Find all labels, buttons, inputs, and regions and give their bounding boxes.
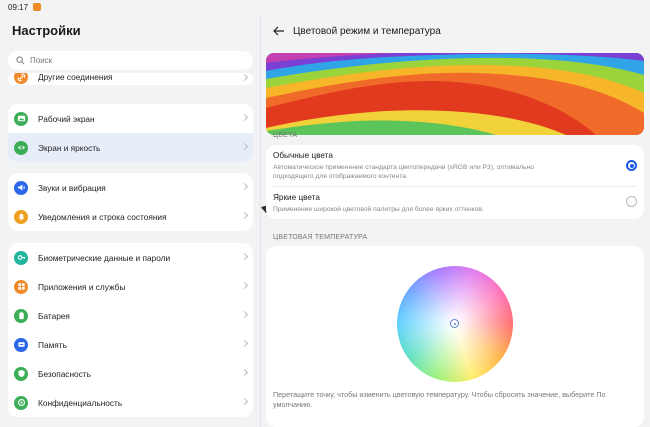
chevron-right-icon [240, 182, 249, 191]
sidebar-item-biometrics[interactable]: Биометрические данные и пароли [8, 243, 253, 272]
sidebar-item-label: Биометрические данные и пароли [38, 252, 171, 263]
page-title: Настройки [12, 23, 81, 38]
settings-group-3: Звуки и вибрация Уведомления и строка со… [8, 173, 253, 231]
option-description: Применение широкой цветовой палитры для … [273, 206, 484, 213]
chevron-right-icon [240, 310, 249, 319]
chevron-right-icon [240, 252, 249, 261]
radio-vivid-colors[interactable] [626, 196, 637, 207]
apps-icon [14, 279, 28, 294]
sidebar-item-label: Приложения и службы [38, 281, 126, 292]
shield-icon [14, 366, 28, 381]
sidebar-item-battery[interactable]: Батарея [8, 301, 253, 330]
option-description: Автоматическое применение стандарта цвет… [273, 164, 534, 180]
privacy-icon [14, 395, 28, 410]
settings-group-2: Рабочий экран Экран и яркость [8, 104, 253, 162]
option-title: Обычные цвета [273, 151, 333, 160]
back-arrow-icon[interactable] [273, 26, 285, 36]
chevron-right-icon [240, 73, 249, 82]
sidebar-item-label: Рабочий экран [38, 113, 95, 124]
sidebar-item-notifications[interactable]: Уведомления и строка состояния [8, 202, 253, 231]
chevron-right-icon [240, 397, 249, 406]
sidebar-item-label: Батарея [38, 310, 70, 321]
link-icon [14, 73, 28, 84]
temperature-card: Перетащите точку, чтобы изменить цветову… [266, 246, 644, 427]
temperature-handle[interactable] [450, 319, 459, 328]
storage-icon [14, 337, 28, 352]
colors-section-label: ЦВЕТА [273, 132, 298, 139]
sidebar-item-label: Звуки и вибрация [38, 182, 106, 193]
settings-group-1: Другие соединения [8, 73, 253, 85]
sidebar-item-home-screen[interactable]: Рабочий экран [8, 104, 253, 133]
sidebar-item-apps[interactable]: Приложения и службы [8, 272, 253, 301]
temperature-hint: Перетащите точку, чтобы изменить цветову… [273, 390, 606, 409]
option-title: Яркие цвета [273, 193, 320, 202]
picture-icon [14, 111, 28, 126]
settings-group-4: Биометрические данные и пароли Приложени… [8, 243, 253, 417]
sidebar-item-label: Память [38, 339, 67, 350]
sidebar-item-storage[interactable]: Память [8, 330, 253, 359]
notification-icon [33, 3, 41, 11]
sidebar-item-sounds[interactable]: Звуки и вибрация [8, 173, 253, 202]
sidebar-item-security[interactable]: Безопасность [8, 359, 253, 388]
color-temperature-wheel[interactable] [397, 266, 513, 382]
chevron-right-icon [240, 368, 249, 377]
sidebar-item-label: Безопасность [38, 368, 91, 379]
search-input[interactable] [30, 56, 230, 65]
chevron-right-icon [240, 281, 249, 290]
settings-list-pane: Настройки Другие соединения Рабочий экра… [0, 16, 260, 427]
chevron-right-icon [240, 211, 249, 220]
color-banner-image [266, 53, 644, 135]
chevron-right-icon [240, 142, 249, 151]
sidebar-item-other-connections[interactable]: Другие соединения [8, 73, 253, 85]
chevron-right-icon [240, 113, 249, 122]
status-bar: 09:17 62 [0, 0, 650, 213]
radio-normal-colors[interactable] [626, 160, 637, 171]
status-time: 09:17 [8, 3, 29, 12]
sidebar-item-display-brightness[interactable]: Экран и яркость [8, 133, 253, 162]
sidebar-item-privacy[interactable]: Конфиденциальность [8, 388, 253, 417]
sidebar-item-label: Экран и яркость [38, 142, 101, 153]
chevron-right-icon [240, 339, 249, 348]
option-normal-colors[interactable]: Обычные цвета Автоматическое применение … [266, 145, 644, 186]
temperature-section-label: ЦВЕТОВАЯ ТЕМПЕРАТУРА [273, 234, 368, 241]
search-icon [16, 56, 25, 65]
bell-icon [14, 209, 28, 224]
sidebar-item-label: Уведомления и строка состояния [38, 211, 167, 222]
speaker-icon [14, 180, 28, 195]
sidebar-item-label: Конфиденциальность [38, 397, 123, 408]
sidebar-item-label: Другие соединения [38, 73, 113, 82]
battery-icon [14, 308, 28, 323]
search-box[interactable] [8, 51, 253, 70]
color-mode-card: Обычные цвета Автоматическое применение … [266, 145, 644, 219]
option-vivid-colors[interactable]: Яркие цвета Применение широкой цветовой … [266, 187, 644, 219]
detail-title: Цветовой режим и температура [293, 26, 441, 37]
eye-icon [14, 140, 28, 155]
detail-pane: Цветовой режим и температура ЦВЕТА Обычн… [261, 16, 650, 427]
key-icon [14, 250, 28, 265]
